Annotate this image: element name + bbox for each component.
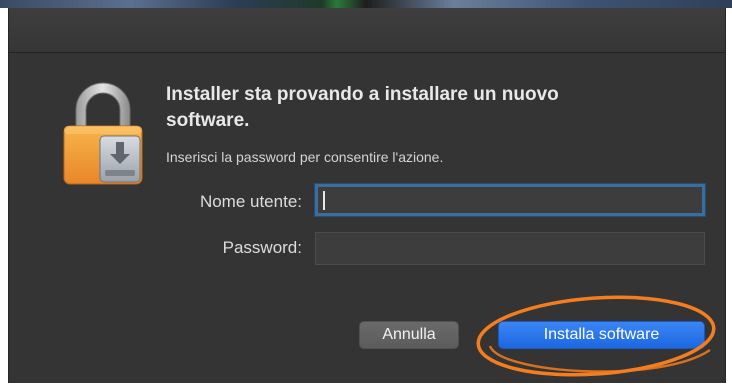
dialog-subtext: Inserisci la password per consentire l'a… xyxy=(166,149,444,165)
text-caret xyxy=(323,191,325,210)
desktop-background xyxy=(0,0,732,8)
install-software-button[interactable]: Installa software xyxy=(498,321,705,349)
screenshot: Installer sta provando a installare un n… xyxy=(0,0,732,385)
username-input[interactable] xyxy=(315,184,705,216)
dialog-headline: Installer sta provando a installare un n… xyxy=(166,84,559,131)
password-input[interactable] xyxy=(315,232,705,265)
cancel-button[interactable]: Annulla xyxy=(359,321,459,349)
lock-installer-icon xyxy=(63,82,143,185)
authentication-dialog: Installer sta provando a installare un n… xyxy=(8,8,726,383)
dialog-titlebar xyxy=(9,8,725,53)
username-label: Nome utente: xyxy=(199,192,302,211)
password-label: Password: xyxy=(222,238,302,257)
